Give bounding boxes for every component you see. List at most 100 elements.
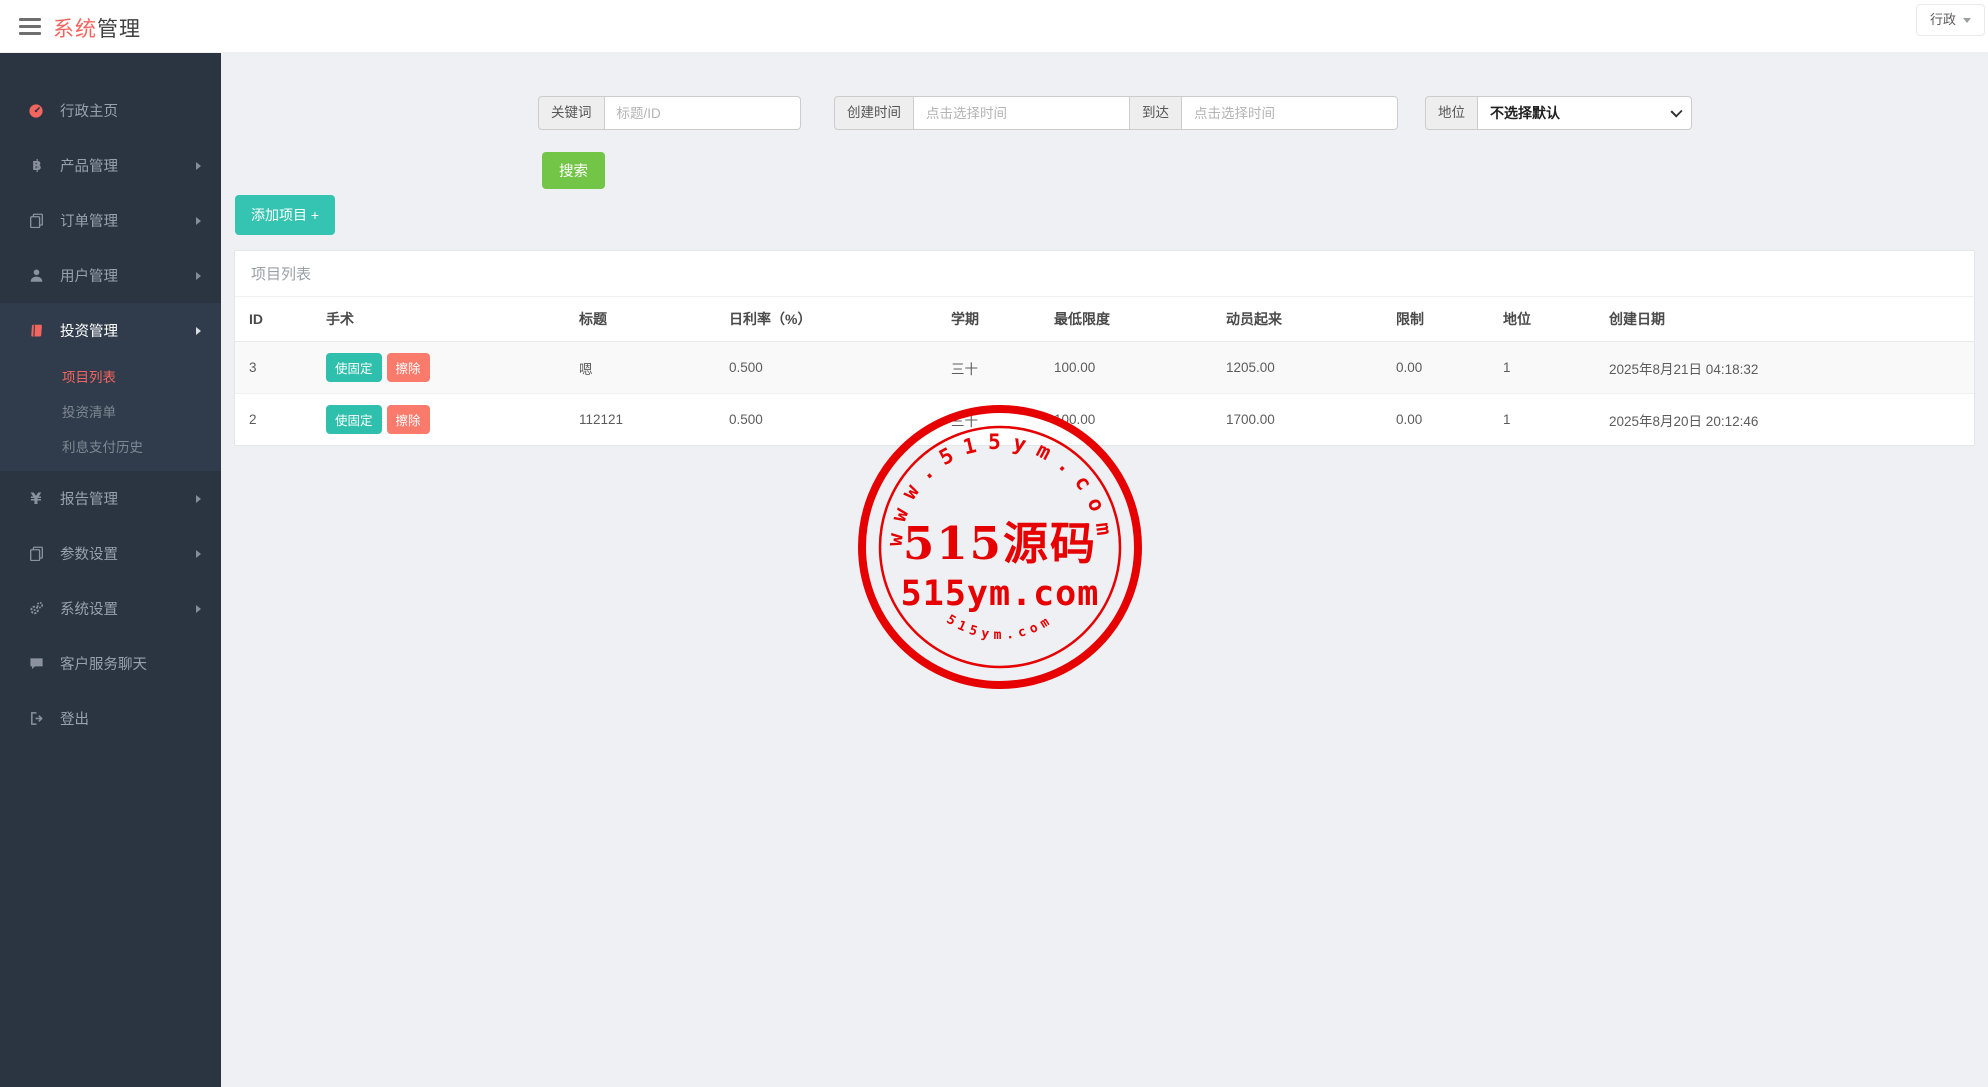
- cell-created: 2025年8月20日 20:12:46: [1595, 393, 1974, 445]
- sidebar-item-investment-management[interactable]: 投资管理: [0, 303, 221, 358]
- cell-limit: 0.00: [1382, 341, 1489, 394]
- page: 系统管理 行政 行政主页 B 产品管理 订单管理 用户管理 投资管理 项目列表 …: [0, 0, 1988, 1087]
- panel-title: 项目列表: [235, 251, 1974, 297]
- cell-status: 1: [1489, 393, 1595, 445]
- col-raised: 动员起来: [1212, 297, 1382, 342]
- col-term: 学期: [937, 297, 1040, 342]
- sidebar-item-label: 投资管理: [60, 324, 118, 340]
- sidebar-item-user-management[interactable]: 用户管理: [0, 248, 221, 303]
- chevron-right-icon: [196, 326, 201, 335]
- logout-icon: [26, 711, 46, 726]
- sidebar-item-label: 产品管理: [60, 159, 118, 175]
- keyword-input[interactable]: [603, 96, 801, 130]
- orders-icon: [26, 213, 46, 228]
- status-label: 地位: [1425, 96, 1478, 130]
- sidebar-item-label: 报告管理: [60, 492, 118, 508]
- main-content: 关键词 创建时间 到达 地位 不选择默认 搜索 添加项目 + 项目列表: [221, 53, 1988, 1087]
- page-title-rest: 管理: [97, 18, 141, 41]
- delete-button[interactable]: 擦除: [386, 405, 430, 434]
- add-project-button[interactable]: 添加项目 +: [235, 195, 336, 235]
- sidebar-item-label: 登出: [60, 712, 89, 728]
- col-minimum: 最低限度: [1040, 297, 1212, 342]
- cell-created: 2025年8月21日 04:18:32: [1595, 341, 1974, 394]
- sidebar-item-label: 用户管理: [60, 269, 118, 285]
- status-filter-group: 地位 不选择默认: [1425, 96, 1692, 130]
- fix-button[interactable]: 使固定: [326, 405, 382, 434]
- sidebar-item-customer-service-chat[interactable]: 客户服务聊天: [0, 636, 221, 691]
- cell-rate: 0.500: [715, 341, 937, 394]
- caret-down-icon: [1963, 18, 1971, 24]
- yen-icon: ¥: [30, 489, 42, 508]
- book-icon: [26, 323, 46, 338]
- table-row: 3 使固定 擦除 嗯 0.500 三十 100.00 1205.00 0.00 1…: [235, 341, 1974, 394]
- cell-raised: 1700.00: [1212, 393, 1382, 445]
- page-title-accent: 系统: [53, 18, 97, 41]
- col-daily-rate: 日利率（%）: [715, 297, 937, 342]
- cell-term: 三十: [937, 393, 1040, 445]
- created-time-filter-group: 创建时间 到达: [834, 96, 1398, 130]
- cell-limit: 0.00: [1382, 393, 1489, 445]
- user-dropdown[interactable]: 行政: [1915, 4, 1985, 36]
- cell-min: 100.00: [1040, 393, 1212, 445]
- chevron-right-icon: [196, 604, 201, 613]
- top-bar: 系统管理 行政: [0, 0, 1988, 53]
- sidebar-group-investment: 投资管理 项目列表 投资清单 利息支付历史: [0, 303, 221, 471]
- sidebar-item-parameter-settings[interactable]: 参数设置: [0, 526, 221, 581]
- cell-rate: 0.500: [715, 393, 937, 445]
- col-title: 标题: [565, 297, 715, 342]
- search-button[interactable]: 搜索: [542, 152, 605, 189]
- bitcoin-icon: B: [26, 158, 46, 173]
- sidebar-subitem-investment-list[interactable]: 投资清单: [0, 393, 221, 428]
- cell-id: 3: [235, 341, 312, 394]
- cell-actions: 使固定 擦除: [312, 341, 565, 394]
- sidebar-item-order-management[interactable]: 订单管理: [0, 193, 221, 248]
- to-label: 到达: [1129, 96, 1182, 130]
- cell-actions: 使固定 擦除: [312, 393, 565, 445]
- cell-term: 三十: [937, 341, 1040, 394]
- delete-button[interactable]: 擦除: [386, 353, 430, 382]
- keyword-filter-group: 关键词: [538, 96, 801, 130]
- created-time-from-input[interactable]: [913, 96, 1130, 130]
- col-operation: 手术: [312, 297, 565, 342]
- chevron-right-icon: [196, 216, 201, 225]
- fix-button[interactable]: 使固定: [326, 353, 382, 382]
- chevron-right-icon: [196, 161, 201, 170]
- page-title: 系统管理: [53, 13, 141, 43]
- sidebar-subitem-project-list[interactable]: 项目列表: [0, 358, 221, 393]
- svg-text:B: B: [31, 158, 41, 173]
- cell-title: 嗯: [565, 341, 715, 394]
- created-time-to-input[interactable]: [1181, 96, 1398, 130]
- col-id: ID: [235, 297, 312, 342]
- dashboard-icon: [26, 103, 46, 119]
- project-list-panel: 项目列表 ID 手术 标题 日利率（%） 学期 最低限度 动员起来 限制 地位 …: [234, 250, 1975, 446]
- cell-min: 100.00: [1040, 341, 1212, 394]
- sidebar-item-admin-home[interactable]: 行政主页: [0, 83, 221, 138]
- sidebar-item-label: 客户服务聊天: [60, 657, 147, 673]
- keyword-label: 关键词: [538, 96, 605, 130]
- sidebar-item-label: 行政主页: [60, 104, 118, 120]
- cell-title: 112121: [565, 393, 715, 445]
- created-time-label: 创建时间: [834, 96, 914, 130]
- gears-icon: [26, 601, 46, 616]
- col-created-date: 创建日期: [1595, 297, 1974, 342]
- hamburger-menu-icon[interactable]: [19, 18, 41, 35]
- status-select[interactable]: 不选择默认: [1477, 96, 1692, 130]
- sidebar-item-product-management[interactable]: B 产品管理: [0, 138, 221, 193]
- user-icon: [26, 268, 46, 283]
- cell-status: 1: [1489, 341, 1595, 394]
- cell-id: 2: [235, 393, 312, 445]
- user-dropdown-label: 行政: [1929, 12, 1956, 27]
- sidebar: 行政主页 B 产品管理 订单管理 用户管理 投资管理 项目列表 投资清单 利息支…: [0, 53, 221, 1087]
- params-icon: [26, 546, 46, 561]
- sidebar-item-report-management[interactable]: ¥ 报告管理: [0, 471, 221, 526]
- table-row: 2 使固定 擦除 112121 0.500 三十 100.00 1700.00 0…: [235, 393, 1974, 445]
- table-header-row: ID 手术 标题 日利率（%） 学期 最低限度 动员起来 限制 地位 创建日期: [235, 297, 1974, 342]
- chevron-right-icon: [196, 271, 201, 280]
- sidebar-subitem-interest-history[interactable]: 利息支付历史: [0, 428, 221, 463]
- sidebar-item-system-settings[interactable]: 系统设置: [0, 581, 221, 636]
- chevron-right-icon: [196, 549, 201, 558]
- sidebar-item-label: 参数设置: [60, 547, 118, 563]
- sidebar-item-label: 订单管理: [60, 214, 118, 230]
- cell-raised: 1205.00: [1212, 341, 1382, 394]
- sidebar-item-logout[interactable]: 登出: [0, 691, 221, 746]
